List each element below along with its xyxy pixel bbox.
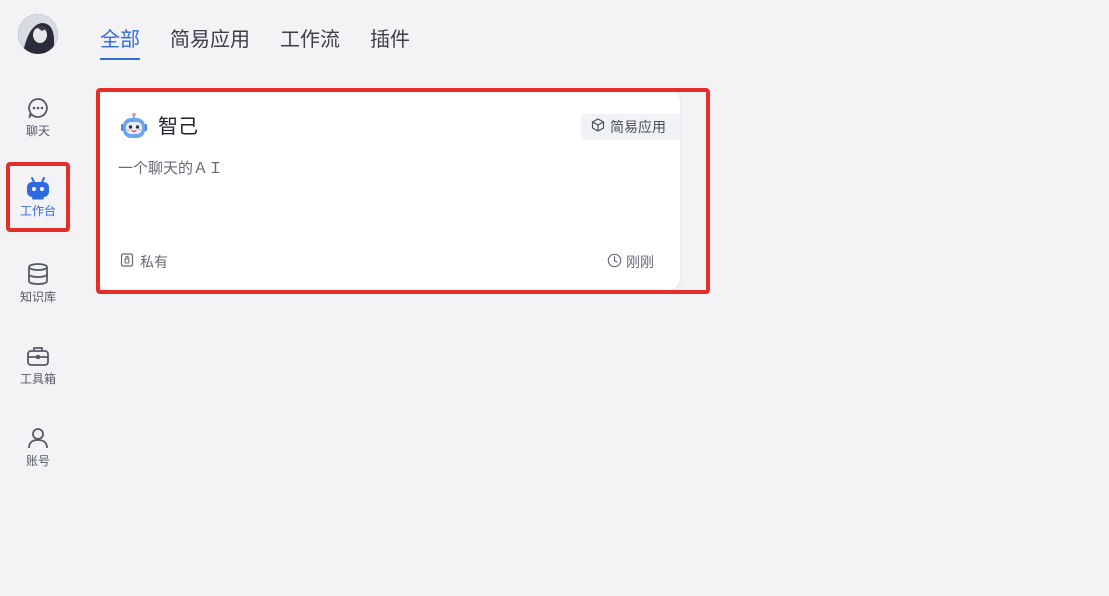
sidebar-item-label: 工作台 xyxy=(19,204,56,218)
lock-icon xyxy=(120,253,134,271)
updated-time: 刚刚 xyxy=(607,252,654,272)
sidebar-item-toolbox[interactable]: 工具箱 xyxy=(6,330,70,400)
database-icon xyxy=(25,261,51,287)
app-type-label: 简易应用 xyxy=(610,120,666,136)
app-description: 一个聊天的ＡＩ xyxy=(118,159,224,177)
app-card[interactable]: 智己 简易应用 一个聊天的ＡＩ 私有 刚刚 xyxy=(98,90,680,290)
clock-icon xyxy=(607,253,622,272)
sidebar-item-label: 账号 xyxy=(25,454,50,468)
app-title: 智己 xyxy=(158,114,198,138)
sidebar-item-workbench[interactable]: 工作台 xyxy=(6,162,70,232)
tab-plugin[interactable]: 插件 xyxy=(370,24,410,58)
robot-avatar-icon xyxy=(120,112,148,140)
visibility-status: 私有 xyxy=(120,252,168,272)
cube-icon xyxy=(591,118,605,136)
tab-simple-app[interactable]: 简易应用 xyxy=(170,24,250,58)
sidebar-item-label: 知识库 xyxy=(19,290,56,304)
sidebar-item-label: 聊天 xyxy=(25,124,50,138)
toolbox-icon xyxy=(25,343,51,369)
visibility-label: 私有 xyxy=(140,255,168,271)
sidebar-item-knowledge-base[interactable]: 知识库 xyxy=(6,248,70,318)
category-tabs: 全部 简易应用 工作流 插件 xyxy=(100,24,410,60)
robot-icon xyxy=(25,175,51,201)
updated-label: 刚刚 xyxy=(626,255,654,271)
tab-workflow[interactable]: 工作流 xyxy=(280,24,340,58)
tab-all[interactable]: 全部 xyxy=(100,24,140,60)
user-icon xyxy=(25,425,51,451)
avatar[interactable] xyxy=(18,14,58,54)
sidebar-item-chat[interactable]: 聊天 xyxy=(6,82,70,152)
sidebar-item-label: 工具箱 xyxy=(19,372,56,386)
sidebar-item-account[interactable]: 账号 xyxy=(6,412,70,482)
sidebar: 聊天 工作台 知识库 工具箱 账号 xyxy=(0,0,76,596)
chat-bubble-icon xyxy=(25,95,51,121)
app-type-badge: 简易应用 xyxy=(581,114,680,140)
